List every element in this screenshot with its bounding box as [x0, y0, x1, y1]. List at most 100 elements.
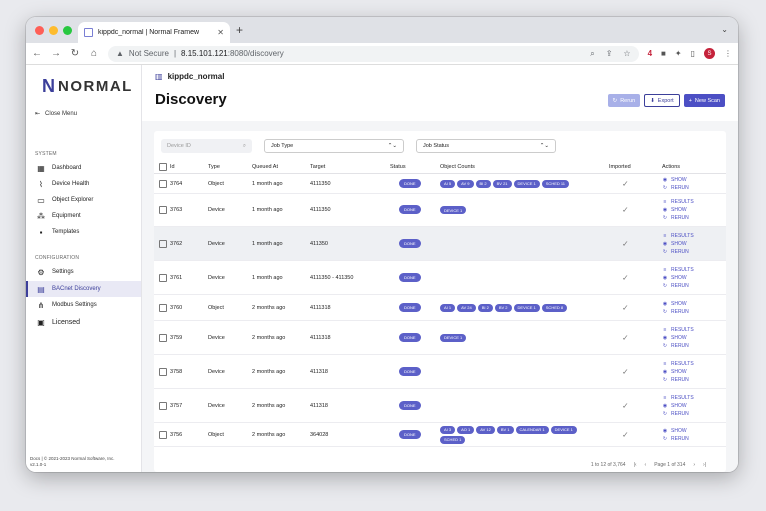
- row-checkbox[interactable]: [159, 401, 167, 410]
- rerun-action[interactable]: ↻ RERUN: [662, 283, 694, 289]
- new-tab-button[interactable]: +: [236, 23, 243, 37]
- rerun-action[interactable]: ↻ RERUN: [662, 343, 694, 349]
- next-page-icon[interactable]: ›: [693, 462, 695, 468]
- rerun-action[interactable]: ↻ RERUN: [662, 185, 689, 191]
- rerun-icon: ↻: [662, 184, 668, 191]
- results-action[interactable]: ≡ RESULTS: [662, 361, 694, 367]
- sidebar-item-bacnet-discovery[interactable]: ▤ BACnet Discovery: [26, 281, 141, 297]
- new-scan-button[interactable]: + New Scan: [683, 94, 725, 107]
- extension-icon[interactable]: 4: [648, 49, 652, 58]
- last-page-icon[interactable]: ›|: [703, 462, 706, 468]
- rerun-action[interactable]: ↻ RERUN: [662, 411, 694, 417]
- forward-icon[interactable]: →: [51, 48, 61, 59]
- results-action[interactable]: ≡ RESULTS: [662, 267, 694, 273]
- results-action[interactable]: ≡ RESULTS: [662, 395, 694, 401]
- results-action[interactable]: ≡ RESULTS: [662, 199, 694, 205]
- rerun-button[interactable]: ↻ Rerun: [607, 94, 641, 107]
- row-checkbox[interactable]: [159, 239, 167, 248]
- sidebar-item-settings[interactable]: ⚙ Settings: [26, 264, 141, 280]
- sidebar-item-templates[interactable]: ▪ Templates: [26, 224, 141, 240]
- row-checkbox[interactable]: [159, 179, 167, 188]
- puzzle-icon[interactable]: ✦: [675, 49, 682, 58]
- table-row[interactable]: 3757 Device 2 months ago 411318 DONE ✓ ≡ RESULT…: [154, 389, 726, 423]
- table-row[interactable]: 3763 Device 1 month ago 4111350 DONE DEVICE 1…: [154, 194, 726, 227]
- row-checkbox[interactable]: [159, 333, 167, 342]
- col-imported[interactable]: Imported: [609, 164, 631, 170]
- results-action[interactable]: ≡ RESULTS: [662, 233, 694, 239]
- show-action[interactable]: ◉ SHOW: [662, 369, 694, 375]
- col-object-counts[interactable]: Object Counts: [440, 164, 475, 170]
- show-action[interactable]: ◉ SHOW: [662, 403, 694, 409]
- sidebar-item-modbus-settings[interactable]: ⋔ Modbus Settings: [26, 297, 141, 313]
- back-icon[interactable]: ←: [32, 48, 42, 59]
- job-type-select[interactable]: Job Type ⌃⌄: [264, 139, 404, 153]
- tab-search-icon[interactable]: ⌄: [721, 25, 728, 34]
- maximize-window-button[interactable]: [63, 26, 72, 35]
- browser-tab[interactable]: kippdc_normal | Normal Framew ✕: [78, 22, 230, 43]
- reload-icon[interactable]: ↻: [70, 48, 80, 59]
- url-input[interactable]: ▲ Not Secure | 8.15.101.121 :8080/discov…: [108, 45, 639, 62]
- home-icon[interactable]: ⌂: [89, 48, 99, 59]
- object-count-pill: CALENDAR 1: [515, 425, 549, 434]
- col-type[interactable]: Type: [208, 164, 220, 170]
- sidepanel-icon[interactable]: ▯: [691, 49, 695, 58]
- object-count-pill: BV 2: [494, 303, 512, 312]
- refresh-icon: ↻: [612, 97, 618, 104]
- extension-icon-2[interactable]: ■: [661, 49, 666, 58]
- show-action[interactable]: ◉ SHOW: [662, 177, 689, 183]
- minimize-window-button[interactable]: [49, 26, 58, 35]
- rerun-action[interactable]: ↻ RERUN: [662, 215, 694, 221]
- table-row[interactable]: 3759 Device 2 months ago 4111318 DONE DEVICE …: [154, 321, 726, 355]
- table-row[interactable]: 3756 Object 2 months ago 364028 DONE AI 3 AO 1…: [154, 423, 726, 447]
- table-row[interactable]: 3762 Device 1 month ago 411350 DONE ✓ ≡ RESULTS…: [154, 227, 726, 261]
- prev-page-icon[interactable]: ‹: [645, 462, 647, 468]
- sidebar-item-equipment[interactable]: ⁂ Equipment: [26, 208, 141, 224]
- sidebar-item-object-explorer[interactable]: ▭ Object Explorer: [26, 192, 141, 208]
- job-status-select[interactable]: Job Status ⌃⌄: [416, 139, 556, 153]
- export-button[interactable]: ⬇ Export: [644, 94, 680, 107]
- results-action[interactable]: ≡ RESULTS: [662, 327, 694, 333]
- status-badge: DONE: [399, 332, 421, 342]
- bookmark-star-icon[interactable]: ☆: [623, 49, 630, 58]
- table-row[interactable]: 3758 Device 2 months ago 411318 DONE ✓ ≡ RESULT…: [154, 355, 726, 389]
- rerun-action[interactable]: ↻ RERUN: [662, 436, 689, 442]
- col-status[interactable]: Status: [390, 164, 406, 170]
- menu-icon[interactable]: ⋮: [724, 49, 732, 58]
- license-status[interactable]: ▣ Licensed: [26, 314, 141, 330]
- rerun-action[interactable]: ↻ RERUN: [662, 377, 694, 383]
- breadcrumb[interactable]: ▥ kippdc_normal: [155, 72, 224, 81]
- show-action[interactable]: ◉ SHOW: [662, 335, 694, 341]
- first-page-icon[interactable]: |‹: [634, 462, 637, 468]
- show-action[interactable]: ◉ SHOW: [662, 428, 689, 434]
- device-id-input[interactable]: Device ID ⌕: [161, 139, 252, 153]
- warning-icon[interactable]: ▲: [116, 49, 124, 58]
- rerun-action[interactable]: ↻ RERUN: [662, 249, 694, 255]
- col-target[interactable]: Target: [310, 164, 325, 170]
- col-id[interactable]: Id: [170, 164, 175, 170]
- rerun-action[interactable]: ↻ RERUN: [662, 309, 689, 315]
- show-action[interactable]: ◉ SHOW: [662, 241, 694, 247]
- show-action[interactable]: ◉ SHOW: [662, 301, 689, 307]
- col-actions[interactable]: Actions: [662, 164, 680, 170]
- row-checkbox[interactable]: [159, 430, 167, 439]
- profile-avatar[interactable]: S: [704, 48, 715, 59]
- close-menu-button[interactable]: ⇤ Close Menu: [35, 110, 77, 118]
- row-checkbox[interactable]: [159, 303, 167, 312]
- share-icon[interactable]: ⇪: [606, 49, 613, 58]
- show-action[interactable]: ◉ SHOW: [662, 275, 694, 281]
- row-checkbox[interactable]: [159, 206, 167, 214]
- table-row[interactable]: 3761 Device 1 month ago 4111350 - 411350 DON…: [154, 261, 726, 295]
- logo[interactable]: N NORMAL: [42, 76, 133, 97]
- col-queued-at[interactable]: Queued At: [252, 164, 278, 170]
- tab-close-icon[interactable]: ✕: [217, 28, 224, 37]
- row-checkbox[interactable]: [159, 367, 167, 376]
- select-all-checkbox[interactable]: [159, 163, 167, 171]
- table-row[interactable]: 3760 Object 2 months ago 4111318 DONE AI 1 AV …: [154, 295, 726, 321]
- zoom-icon[interactable]: ⌕: [590, 49, 594, 59]
- close-window-button[interactable]: [35, 26, 44, 35]
- sidebar-item-dashboard[interactable]: ▦ Dashboard: [26, 160, 141, 176]
- sidebar-item-device-health[interactable]: ⌇ Device Health: [26, 176, 141, 192]
- table-row[interactable]: 3764 Object 1 month ago 4111350 DONE AI 5 AV 9…: [154, 174, 726, 194]
- show-action[interactable]: ◉ SHOW: [662, 207, 694, 213]
- row-checkbox[interactable]: [159, 273, 167, 282]
